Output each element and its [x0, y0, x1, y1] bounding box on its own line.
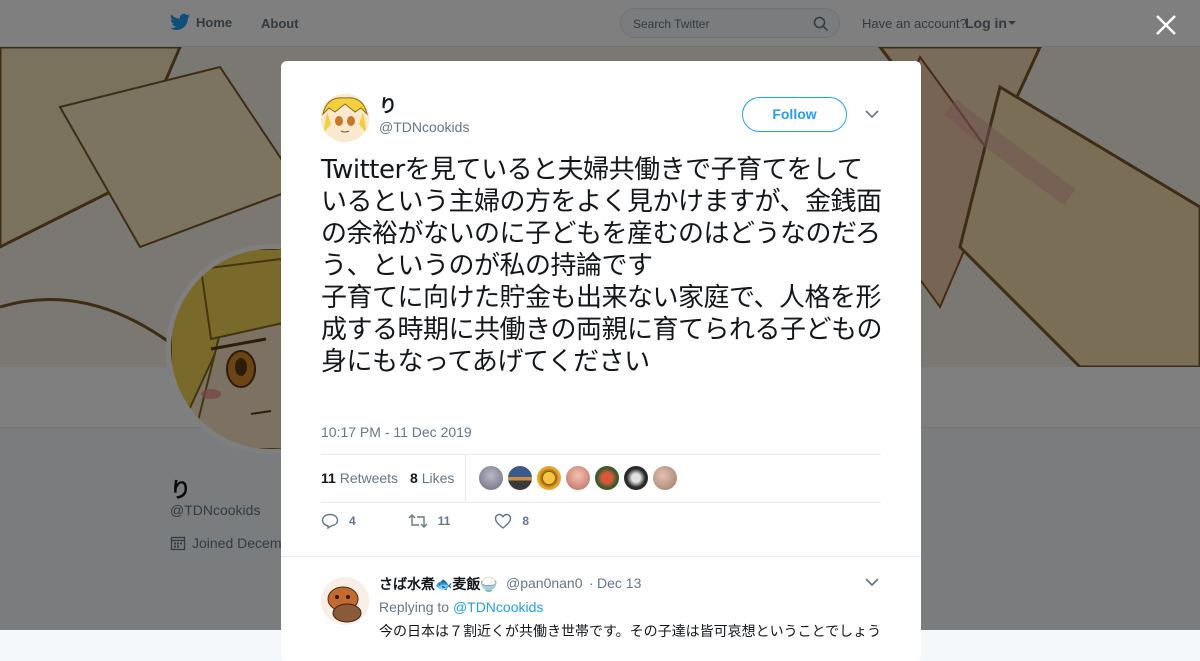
retweet-count: 11 — [437, 514, 451, 528]
chevron-down-icon[interactable] — [865, 577, 879, 587]
like-count: 8 — [522, 514, 530, 528]
replying-to-prefix: Replying to — [379, 599, 450, 615]
reply-action[interactable]: 4 — [321, 513, 356, 529]
retweet-action[interactable]: 11 — [408, 513, 451, 529]
liker-avatar[interactable] — [508, 466, 532, 490]
retweets-label: Retweets — [339, 470, 399, 486]
follow-button[interactable]: Follow — [742, 97, 847, 132]
reply-date[interactable]: Dec 13 — [597, 575, 641, 591]
liker-avatar[interactable] — [624, 466, 648, 490]
tweet-author-avatar-image — [321, 94, 369, 142]
replying-to: Replying to @TDNcookids — [379, 599, 543, 615]
tweet-stats: 11 Retweets 8 Likes — [321, 454, 881, 503]
heart-icon — [495, 513, 512, 529]
tweet-text: Twitterを見ていると夫婦共働きで子育てをしているという主婦の方をよく見かけ… — [321, 155, 883, 377]
tweet-author-avatar[interactable] — [321, 94, 369, 142]
like-action[interactable]: 8 — [494, 513, 529, 529]
liker-avatars — [479, 466, 677, 490]
stats-divider — [465, 455, 466, 502]
chevron-down-icon[interactable] — [865, 109, 879, 119]
reply-icon — [321, 513, 339, 529]
liker-avatar[interactable] — [566, 466, 590, 490]
tweet-author-name[interactable]: り — [379, 92, 397, 118]
reply-author-avatar[interactable] — [321, 577, 369, 625]
close-icon[interactable] — [1153, 12, 1179, 38]
retweet-icon — [408, 514, 428, 528]
tweet-modal: り @TDNcookids Follow Twitterを見ていると夫婦共働きで… — [281, 61, 921, 661]
retweets-stat[interactable]: 11 Retweets — [321, 470, 398, 486]
tweet-actions: 4 11 8 — [321, 513, 551, 529]
reply-text: 今の日本は７割近くが共働き世帯です。その子達は皆可哀想ということでしょうか — [379, 623, 879, 639]
retweets-count: 11 — [321, 470, 336, 486]
reply-author-avatar-image — [321, 577, 369, 625]
liker-avatar[interactable] — [595, 466, 619, 490]
liker-avatar[interactable] — [479, 466, 503, 490]
likes-stat[interactable]: 8 Likes — [410, 470, 454, 486]
replying-to-link[interactable]: @TDNcookids — [453, 599, 543, 615]
reply-separator: · — [589, 575, 594, 591]
liker-avatar[interactable] — [653, 466, 677, 490]
replies-divider — [281, 556, 921, 557]
likes-label: Likes — [421, 470, 455, 486]
reply-count: 4 — [349, 514, 356, 528]
tweet-timestamp[interactable]: 10:17 PM - 11 Dec 2019 — [321, 424, 472, 440]
tweet-author-handle[interactable]: @TDNcookids — [379, 119, 469, 135]
reply-author-name[interactable]: さば水煮🐟麦飯🍚 — [379, 574, 498, 594]
liker-avatar[interactable] — [537, 466, 561, 490]
likes-count: 8 — [410, 470, 418, 486]
reply-author-handle[interactable]: @pan0nan0 — [506, 575, 583, 591]
